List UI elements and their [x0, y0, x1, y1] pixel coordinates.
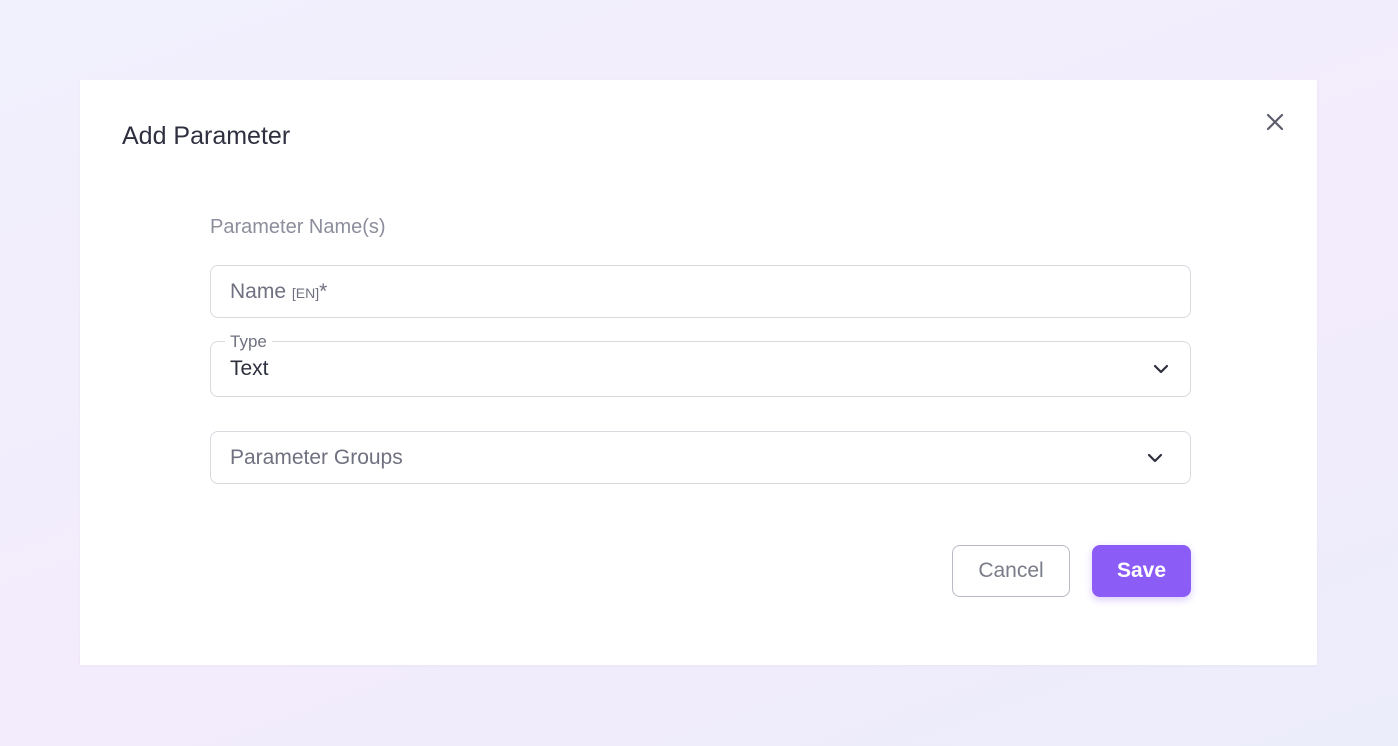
type-select[interactable]: Type Text: [210, 332, 1191, 397]
name-placeholder-text: Name: [230, 279, 287, 303]
add-parameter-dialog: Add Parameter Parameter Name(s) Name [EN…: [80, 80, 1317, 665]
name-en-input[interactable]: Name [EN]*: [210, 265, 1191, 318]
cancel-button[interactable]: Cancel: [952, 545, 1070, 597]
name-input-placeholder: Name [EN]*: [230, 280, 327, 304]
parameter-groups-select[interactable]: Parameter Groups: [210, 431, 1191, 484]
parameter-groups-placeholder: Parameter Groups: [230, 445, 403, 469]
dialog-title: Add Parameter: [122, 122, 291, 150]
save-button[interactable]: Save: [1092, 545, 1191, 597]
type-label: Type: [225, 332, 272, 352]
chevron-down-icon: [1153, 364, 1169, 374]
type-selected-value: Text: [230, 357, 269, 380]
required-mark: *: [319, 279, 328, 303]
close-button[interactable]: [1263, 110, 1287, 134]
language-tag: [EN]: [291, 284, 320, 301]
parameter-names-label: Parameter Name(s): [210, 216, 386, 238]
chevron-down-icon: [1147, 453, 1163, 462]
close-icon: [1266, 113, 1284, 131]
